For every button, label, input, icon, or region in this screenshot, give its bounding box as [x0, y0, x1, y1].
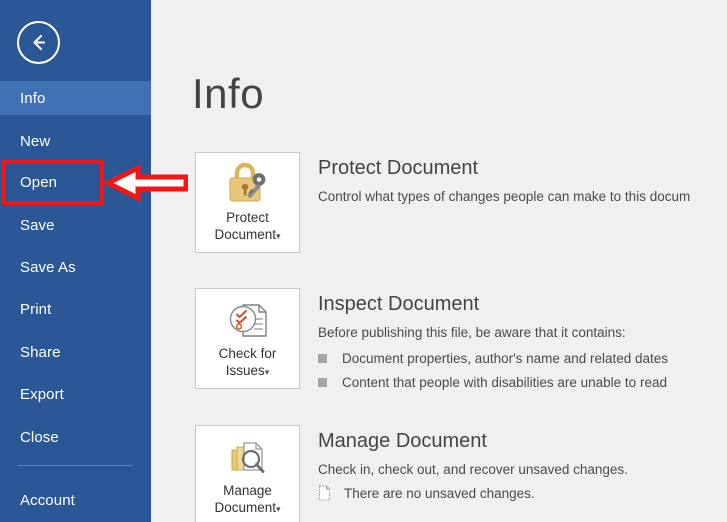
check-for-issues-button[interactable]: Check for Issues▾: [195, 288, 300, 389]
manage-document-button[interactable]: Manage Document▾: [195, 425, 300, 522]
card-label: Check for Issues▾: [215, 345, 281, 381]
sidebar-item-label: Account: [20, 491, 75, 509]
sidebar-item-export[interactable]: Export: [0, 377, 151, 411]
list-item-label: Document properties, author's name and r…: [342, 351, 669, 366]
sidebar-item-account[interactable]: Account: [0, 483, 151, 517]
list-item: Document properties, author's name and r…: [318, 351, 668, 366]
sidebar-item-label: Open: [20, 173, 58, 191]
sidebar-item-label: Print: [20, 300, 52, 318]
chevron-down-icon[interactable]: ▾: [265, 367, 270, 377]
sidebar-item-label: Save As: [20, 258, 76, 276]
section-title: Protect Document: [318, 157, 479, 179]
section-title: Inspect Document: [318, 293, 480, 315]
sidebar-item-new[interactable]: New: [0, 124, 151, 158]
lock-and-key-icon: [221, 157, 275, 209]
sidebar-item-label: Save: [20, 216, 55, 234]
square-bullet-icon: [318, 378, 327, 387]
document-page-icon: [318, 485, 331, 501]
document-check-icon: [221, 293, 275, 345]
sidebar-item-close[interactable]: Close: [0, 420, 151, 454]
card-label-line1: Protect: [226, 210, 269, 225]
word-backstage-info-screen: Info New Open Save Save As Print Share E…: [0, 0, 727, 522]
sidebar-item-save-as[interactable]: Save As: [0, 250, 151, 284]
sidebar-divider: [18, 465, 133, 466]
card-label: Manage Document▾: [210, 482, 284, 518]
section-subtitle: Control what types of changes people can…: [318, 189, 691, 204]
chevron-down-icon[interactable]: ▾: [276, 504, 281, 514]
list-item-label: Content that people with disabilities ar…: [342, 375, 667, 390]
sidebar-item-save[interactable]: Save: [0, 208, 151, 242]
section-subtitle: Check in, check out, and recover unsaved…: [318, 462, 628, 477]
sidebar-item-label: Share: [20, 343, 61, 361]
chevron-down-icon[interactable]: ▾: [276, 231, 281, 241]
sidebar-item-label: Close: [20, 428, 59, 446]
card-label: Protect Document▾: [210, 209, 284, 245]
page-title: Info: [192, 70, 265, 117]
list-item-label: There are no unsaved changes.: [344, 485, 535, 501]
protect-document-button[interactable]: Protect Document▾: [195, 152, 300, 253]
section-subtitle: Before publishing this file, be aware th…: [318, 325, 626, 340]
card-label-line2: Issues: [225, 363, 265, 378]
info-content-pane: Info Protect Document▾ Protect Document …: [151, 0, 727, 522]
list-item: Content that people with disabilities ar…: [318, 375, 667, 390]
sidebar-item-label: New: [20, 132, 51, 150]
backstage-sidebar: Info New Open Save Save As Print Share E…: [0, 0, 151, 522]
section-title: Manage Document: [318, 430, 487, 452]
list-item: There are no unsaved changes.: [318, 485, 535, 501]
card-label-line1: Manage: [223, 483, 272, 498]
card-label-line2: Document: [214, 500, 276, 515]
sidebar-item-print[interactable]: Print: [0, 292, 151, 326]
sidebar-item-share[interactable]: Share: [0, 335, 151, 369]
card-label-line2: Document: [214, 227, 276, 242]
sidebar-item-info[interactable]: Info: [0, 81, 151, 115]
sidebar-item-label: Info: [20, 89, 46, 107]
square-bullet-icon: [318, 354, 327, 363]
document-stack-search-icon: [221, 430, 275, 482]
sidebar-item-label: Export: [20, 385, 64, 403]
back-arrow-button[interactable]: [17, 21, 60, 64]
sidebar-item-open[interactable]: Open: [0, 165, 151, 199]
card-label-line1: Check for: [218, 346, 277, 361]
